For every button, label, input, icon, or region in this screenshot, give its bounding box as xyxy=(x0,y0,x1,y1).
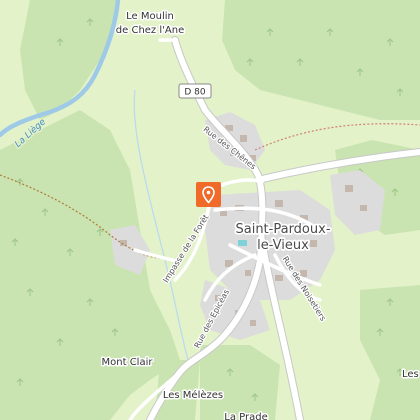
village-label-line2: le-Vieux xyxy=(257,238,309,253)
village-label-line1: Saint-Pardoux- xyxy=(235,222,330,237)
road-shield-d80: D 80 xyxy=(178,83,212,99)
place-label-moulin-line2: de Chez l'Ane xyxy=(116,25,184,36)
pool xyxy=(238,240,247,246)
place-label-moulin-line1: Le Moulin xyxy=(126,11,174,22)
map-canvas[interactable]: D 80 Le Moulin de Chez l'Ane Saint-Pardo… xyxy=(0,0,420,420)
place-label-les-melezes: Les Mélèzes xyxy=(163,389,223,401)
map-view[interactable]: D 80 Le Moulin de Chez l'Ane Saint-Pardo… xyxy=(0,0,420,420)
place-label-la-prade: La Prade xyxy=(224,412,267,420)
place-label-mont-clair: Mont Clair xyxy=(102,357,154,368)
place-label-les-edge: Les xyxy=(402,369,419,380)
location-marker[interactable] xyxy=(196,182,221,207)
road-shield-label: D 80 xyxy=(184,88,206,98)
